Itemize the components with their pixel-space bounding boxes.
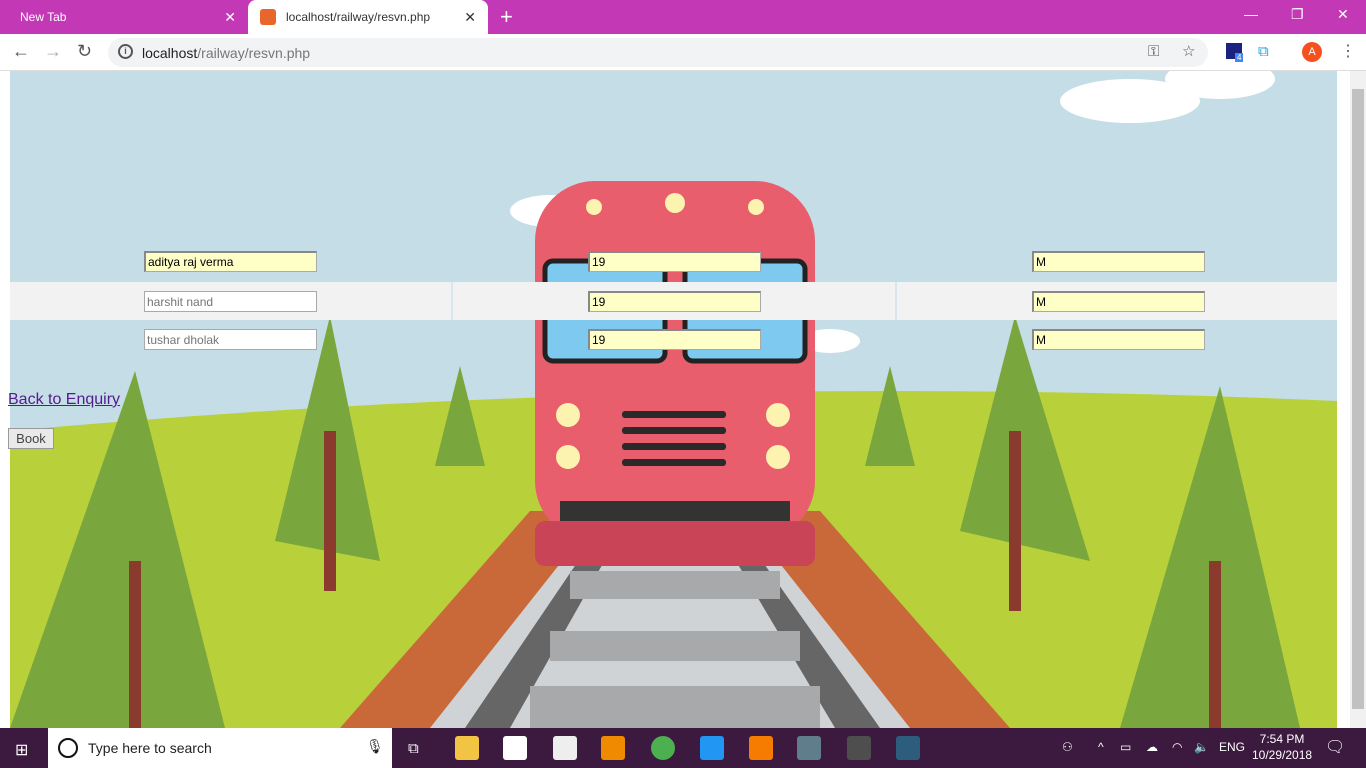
menu-dots-icon[interactable]: ⋮ bbox=[1340, 41, 1356, 61]
minimize-icon[interactable]: — bbox=[1244, 6, 1258, 22]
taskbar-search[interactable]: Type here to search 🎙 bbox=[48, 728, 392, 768]
language-indicator[interactable]: ENG bbox=[1219, 740, 1245, 754]
onedrive-icon[interactable]: ☁ bbox=[1146, 740, 1158, 754]
info-icon[interactable]: i bbox=[118, 44, 133, 59]
battery-icon[interactable]: ▭ bbox=[1120, 740, 1131, 754]
cortana-icon bbox=[58, 738, 78, 758]
sync-app-icon[interactable] bbox=[700, 736, 724, 760]
virtualbox-icon[interactable] bbox=[797, 736, 821, 760]
new-tab-plus-icon[interactable]: + bbox=[500, 4, 513, 30]
extension-2-icon[interactable]: ⧉ bbox=[1258, 43, 1269, 60]
action-center-icon[interactable]: 🗨 bbox=[1325, 737, 1345, 757]
store-icon[interactable] bbox=[503, 736, 527, 760]
mysql-workbench-icon[interactable] bbox=[896, 736, 920, 760]
vertical-scrollbar[interactable] bbox=[1350, 71, 1366, 728]
browser-toolbar: ← → ↻ i localhost/railway/resvn.php ⚿ ☆ … bbox=[0, 34, 1366, 71]
extension-badge: 4 bbox=[1235, 53, 1244, 62]
sublime-text-icon[interactable] bbox=[847, 736, 871, 760]
bookmark-star-icon[interactable]: ☆ bbox=[1182, 42, 1195, 60]
people-icon[interactable]: ⚇ bbox=[1062, 740, 1073, 754]
passenger-name-input[interactable] bbox=[144, 291, 317, 312]
windows-taskbar: ⊞ Type here to search 🎙 ⧉ ⚇ ^ ▭ ☁ ◠ 🔈 EN… bbox=[0, 728, 1366, 768]
key-icon[interactable]: ⚿ bbox=[1148, 43, 1159, 60]
passenger-gender-input[interactable] bbox=[1032, 291, 1205, 312]
close-tab-icon[interactable]: ✕ bbox=[224, 9, 236, 26]
reload-icon[interactable]: ↻ bbox=[77, 41, 92, 62]
address-bar[interactable]: i localhost/railway/resvn.php ⚿ ☆ bbox=[108, 38, 1208, 67]
tab-label: localhost/railway/resvn.php bbox=[286, 10, 431, 24]
url-host: localhost bbox=[142, 44, 198, 61]
vlc-icon[interactable] bbox=[601, 736, 625, 760]
xampp-favicon-icon bbox=[260, 9, 276, 25]
scrollbar-thumb[interactable] bbox=[1352, 89, 1364, 709]
profile-avatar[interactable]: A bbox=[1302, 42, 1322, 62]
passenger-gender-input[interactable] bbox=[1032, 251, 1205, 272]
url-path: /railway/resvn.php bbox=[197, 44, 311, 61]
passenger-row bbox=[10, 320, 1337, 358]
book-button[interactable]: Book bbox=[8, 428, 54, 449]
wifi-icon[interactable]: ◠ bbox=[1172, 740, 1182, 754]
passenger-age-input[interactable] bbox=[588, 329, 761, 350]
microphone-icon[interactable]: 🎙 bbox=[366, 738, 384, 755]
clock[interactable]: 7:54 PM 10/29/2018 bbox=[1252, 731, 1312, 763]
back-arrow-icon[interactable]: ← bbox=[12, 41, 30, 62]
passenger-row bbox=[10, 282, 1337, 320]
windows-start-icon[interactable]: ⊞ bbox=[15, 740, 28, 760]
volume-icon[interactable]: 🔈 bbox=[1194, 740, 1209, 754]
close-tab-icon[interactable]: ✕ bbox=[464, 9, 476, 26]
forward-arrow-icon[interactable]: → bbox=[44, 41, 62, 62]
close-window-icon[interactable]: ✕ bbox=[1337, 6, 1349, 23]
back-to-enquiry-link[interactable]: Back to Enquiry bbox=[8, 391, 120, 409]
clock-time: 7:54 PM bbox=[1259, 732, 1305, 746]
clock-date: 10/29/2018 bbox=[1252, 748, 1313, 762]
passenger-age-input[interactable] bbox=[588, 291, 761, 312]
page-content: Back to Enquiry Book bbox=[0, 71, 1350, 728]
file-explorer-icon[interactable] bbox=[455, 736, 479, 760]
restore-icon[interactable]: ❐ bbox=[1291, 6, 1304, 23]
train-background-image bbox=[10, 71, 1337, 728]
tab-label: New Tab bbox=[20, 10, 67, 24]
passenger-name-input[interactable] bbox=[144, 251, 317, 272]
tab-new-tab[interactable]: New Tab ✕ bbox=[0, 0, 248, 34]
tab-resvn[interactable]: localhost/railway/resvn.php ✕ bbox=[248, 0, 488, 34]
cell-divider bbox=[895, 282, 897, 320]
passenger-name-input[interactable] bbox=[144, 329, 317, 350]
passenger-gender-input[interactable] bbox=[1032, 329, 1205, 350]
passenger-age-input[interactable] bbox=[588, 251, 761, 272]
tab-strip: New Tab ✕ localhost/railway/resvn.php ✕ + … bbox=[0, 0, 1366, 34]
cell-divider bbox=[451, 282, 453, 320]
passenger-row bbox=[10, 242, 1337, 280]
task-view-icon[interactable]: ⧉ bbox=[408, 740, 419, 757]
show-hidden-icons-icon[interactable]: ^ bbox=[1098, 740, 1104, 754]
mail-icon[interactable] bbox=[553, 736, 577, 760]
q-app-icon[interactable] bbox=[749, 736, 773, 760]
search-placeholder: Type here to search bbox=[88, 740, 212, 756]
chrome-icon[interactable] bbox=[651, 736, 675, 760]
